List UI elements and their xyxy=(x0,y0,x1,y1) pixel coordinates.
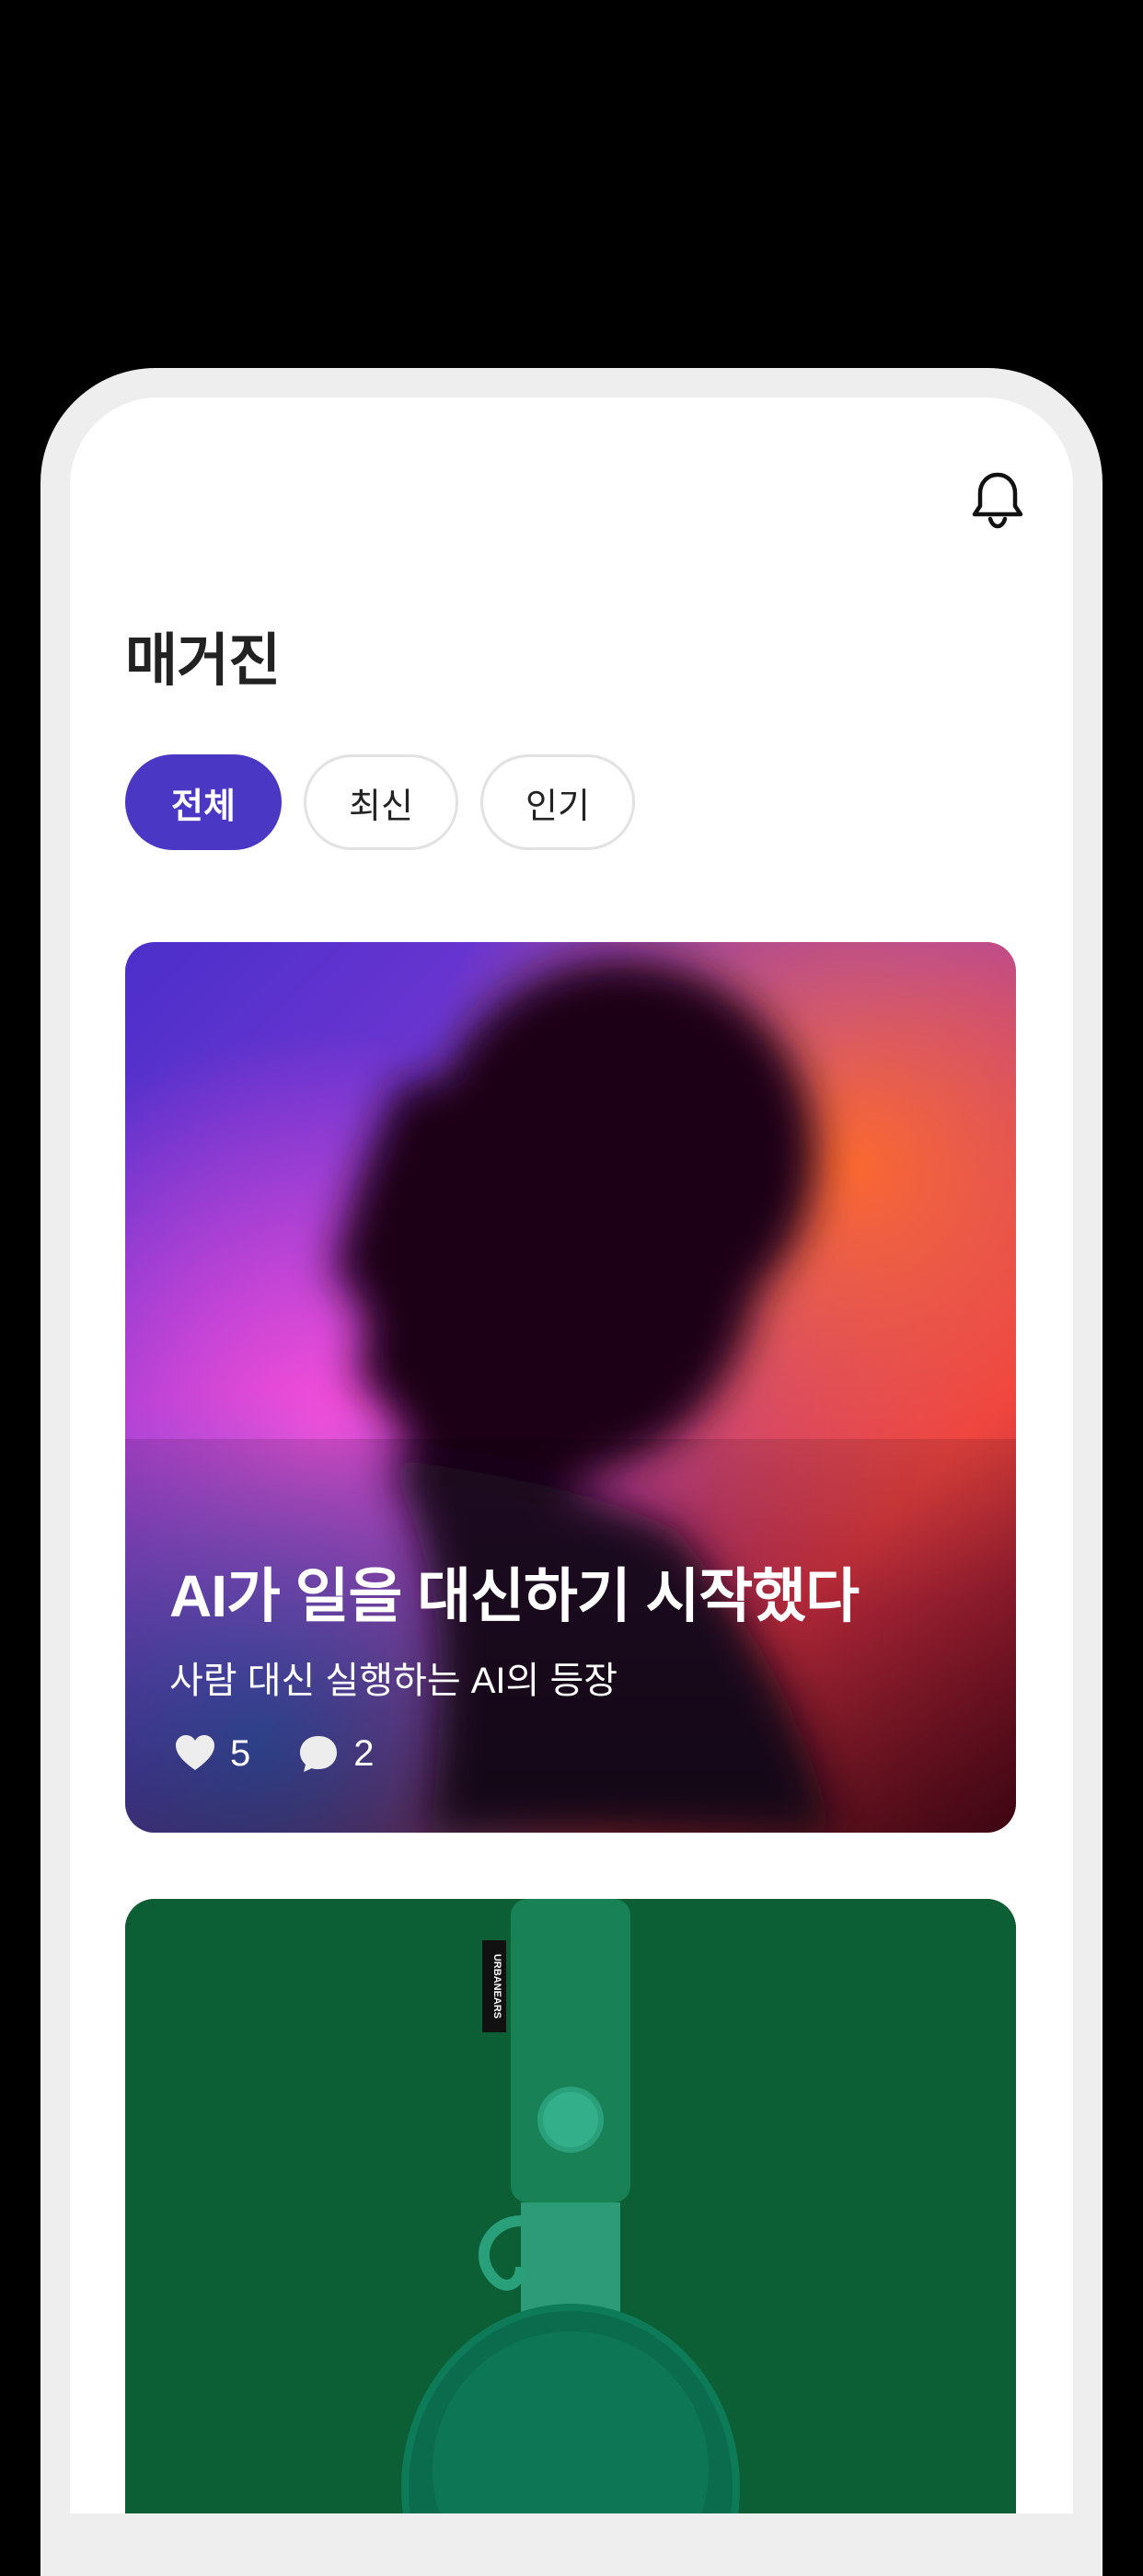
article-card[interactable]: AI가 일을 대신하기 시작했다 사람 대신 실행하는 AI의 등장 5 2 xyxy=(125,942,1016,1833)
like-count: 5 xyxy=(230,1732,251,1774)
app-screen: 매거진 전체 최신 인기 AI가 일을 대신하기 시작했다 사람 대신 실행하는… xyxy=(70,397,1073,2513)
brand-tag: URBANEARS xyxy=(491,1954,502,2018)
article-title: AI가 일을 대신하기 시작했다 xyxy=(169,1563,860,1629)
tab-all[interactable]: 전체 xyxy=(125,754,282,850)
tab-popular[interactable]: 인기 xyxy=(480,754,635,850)
page-title: 매거진 xyxy=(125,629,281,693)
filter-tabs: 전체 최신 인기 xyxy=(125,754,635,850)
like-stat[interactable]: 5 xyxy=(173,1731,250,1776)
article-cover-image: URBANEARS xyxy=(125,1899,1016,2513)
comment-stat[interactable]: 2 xyxy=(296,1731,375,1776)
comment-icon xyxy=(300,1736,338,1772)
comment-count: 2 xyxy=(353,1732,375,1774)
article-card[interactable]: URBANEARS xyxy=(125,1899,1016,2513)
bell-icon[interactable] xyxy=(964,467,1031,534)
article-stats: 5 2 xyxy=(173,1731,421,1776)
article-subtitle: 사람 대신 실행하는 AI의 등장 xyxy=(169,1661,618,1701)
tab-latest[interactable]: 최신 xyxy=(304,754,458,850)
heart-icon xyxy=(176,1735,214,1770)
